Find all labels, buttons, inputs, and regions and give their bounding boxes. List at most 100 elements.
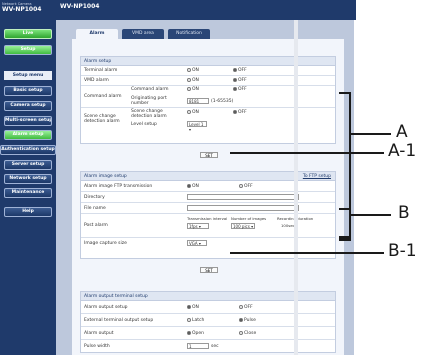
level-select-value: Level 1 — [189, 122, 204, 127]
image-set-button[interactable]: SET — [200, 267, 218, 273]
images-select-value: 100 pics — [233, 224, 250, 229]
radio-label: OFF — [244, 305, 253, 310]
radio-icon — [239, 331, 243, 335]
callout-bracket-b — [339, 208, 351, 239]
live-button[interactable]: Live — [4, 29, 52, 39]
alarm-set-button[interactable]: SET — [200, 152, 218, 158]
radio-label: Latch — [192, 318, 205, 323]
close-radio[interactable]: Close — [239, 331, 256, 336]
ftp-on-radio[interactable]: ON — [187, 184, 199, 189]
file-name-label: File name — [84, 206, 106, 211]
sidebar-item-network-setup[interactable]: Network setup — [4, 174, 52, 184]
sidebar-item-basic-setup[interactable]: Basic setup — [4, 86, 52, 96]
radio-icon — [187, 110, 191, 114]
sidebar-item-camera-setup[interactable]: Camera setup — [4, 101, 52, 111]
sidebar-item-authentication-setup[interactable]: Authentication setup — [0, 145, 56, 155]
output-off-radio[interactable]: OFF — [239, 305, 253, 310]
brand-model-label: WV-NP1004 — [2, 6, 42, 13]
latch-radio[interactable]: Latch — [187, 318, 204, 323]
radio-label: OFF — [244, 184, 253, 189]
radio-label: ON — [192, 184, 199, 189]
command-alarm-sub-label: Command alarm — [131, 87, 169, 92]
terminal-alarm-on-radio[interactable]: ON — [187, 68, 199, 73]
directory-input[interactable] — [187, 194, 299, 200]
port-number-input[interactable]: 8181 — [187, 98, 209, 104]
capture-select-value: VGA — [189, 241, 198, 246]
pulse-radio[interactable]: Pulse — [239, 318, 256, 323]
callout-label-b1: B-1 — [388, 241, 417, 261]
directory-label: Directory — [84, 195, 105, 200]
sidebar-item-alarm-setup[interactable]: Alarm setup — [4, 130, 52, 140]
radio-label: ON — [192, 68, 199, 73]
radio-icon — [187, 184, 191, 188]
radio-label: Pulse — [244, 318, 256, 323]
radio-icon — [187, 305, 191, 309]
recording-duration-value: 100sec — [281, 223, 295, 228]
scene-change-on-radio[interactable]: ON — [187, 110, 199, 115]
scene-change-off-radio[interactable]: OFF — [233, 110, 247, 115]
sidebar-item-server-setup[interactable]: Server setup — [4, 160, 52, 170]
vmd-alarm-on-radio[interactable]: ON — [187, 78, 199, 83]
callout-line-a — [351, 133, 391, 135]
sidebar-item-multi-screen-setup[interactable]: Multi-screen setup — [4, 116, 52, 126]
radio-icon — [233, 68, 237, 72]
transmission-interval-label: Transmission interval — [187, 216, 228, 221]
post-alarm-label: Post alarm — [84, 223, 108, 228]
radio-label: ON — [192, 110, 199, 115]
radio-icon — [239, 318, 243, 322]
tab-vmd-area[interactable]: VMD area — [122, 29, 164, 39]
alarm-output-label: Alarm output — [84, 331, 114, 336]
callout-label-b: B — [398, 203, 410, 223]
radio-label: ON — [192, 305, 199, 310]
open-radio[interactable]: Open — [187, 331, 204, 336]
pulse-width-label: Pulse width — [84, 344, 110, 349]
radio-label: Open — [192, 331, 205, 336]
pulse-unit-label: sec — [211, 344, 219, 349]
output-on-radio[interactable]: ON — [187, 305, 199, 310]
number-of-images-label: Number of images — [231, 216, 267, 221]
file-name-input[interactable] — [187, 205, 299, 211]
ftp-off-radio[interactable]: OFF — [239, 184, 253, 189]
terminal-alarm-label: Terminal alarm — [84, 68, 118, 73]
interval-select-value: 1fps — [189, 224, 198, 229]
tab-alarm[interactable]: Alarm — [76, 29, 118, 39]
port-range-label: (1-65535) — [211, 99, 234, 104]
radio-icon — [187, 87, 191, 91]
level-select[interactable]: Level 1 ▾ — [187, 121, 207, 132]
command-alarm-on-radio[interactable]: ON — [187, 87, 199, 92]
radio-icon — [187, 318, 191, 322]
alarm-output-setup-label: Alarm output setup — [84, 305, 128, 310]
command-alarm-off-radio[interactable]: OFF — [233, 87, 247, 92]
callout-line-a1 — [230, 152, 384, 154]
radio-icon — [239, 184, 243, 188]
radio-label: Close — [244, 331, 257, 336]
sidebar-item-help[interactable]: Help — [4, 207, 52, 217]
setup-button[interactable]: Setup — [4, 45, 52, 55]
ftp-transmission-label: Alarm image FTP transmission — [84, 184, 153, 189]
scene-change-sub-label: Scene change detection alarm — [131, 109, 167, 119]
radio-label: ON — [192, 87, 199, 92]
number-of-images-select[interactable]: 100 pics ▾ — [231, 223, 255, 229]
sidebar-item-maintenance[interactable]: Maintenance — [4, 188, 52, 198]
radio-label: OFF — [238, 68, 247, 73]
callout-line-b — [351, 214, 391, 216]
radio-icon — [187, 331, 191, 335]
pulse-width-input[interactable]: 1 — [187, 343, 209, 349]
vmd-alarm-label: VMD alarm — [84, 78, 109, 83]
scrollbar[interactable] — [294, 20, 298, 355]
to-ftp-setup-link[interactable]: To FTP setup — [303, 172, 331, 181]
section-heading-label: Alarm image setup — [84, 174, 127, 179]
page-title: WV-NP1004 — [60, 3, 100, 10]
radio-icon — [233, 87, 237, 91]
vmd-alarm-off-radio[interactable]: OFF — [233, 78, 247, 83]
sidebar: Network Camera WV-NP1004 Live Setup Setu… — [0, 0, 56, 355]
command-alarm-label: Command alarm — [84, 94, 122, 99]
tab-notification[interactable]: Notification — [168, 29, 210, 39]
radio-icon — [233, 78, 237, 82]
terminal-alarm-off-radio[interactable]: OFF — [233, 68, 247, 73]
main-area: Alarm VMD area Notification Alarm setup … — [56, 20, 354, 355]
radio-label: OFF — [238, 87, 247, 92]
radio-icon — [187, 68, 191, 72]
transmission-interval-select[interactable]: 1fps ▾ — [187, 223, 209, 229]
capture-size-select[interactable]: VGA ▾ — [187, 240, 207, 246]
